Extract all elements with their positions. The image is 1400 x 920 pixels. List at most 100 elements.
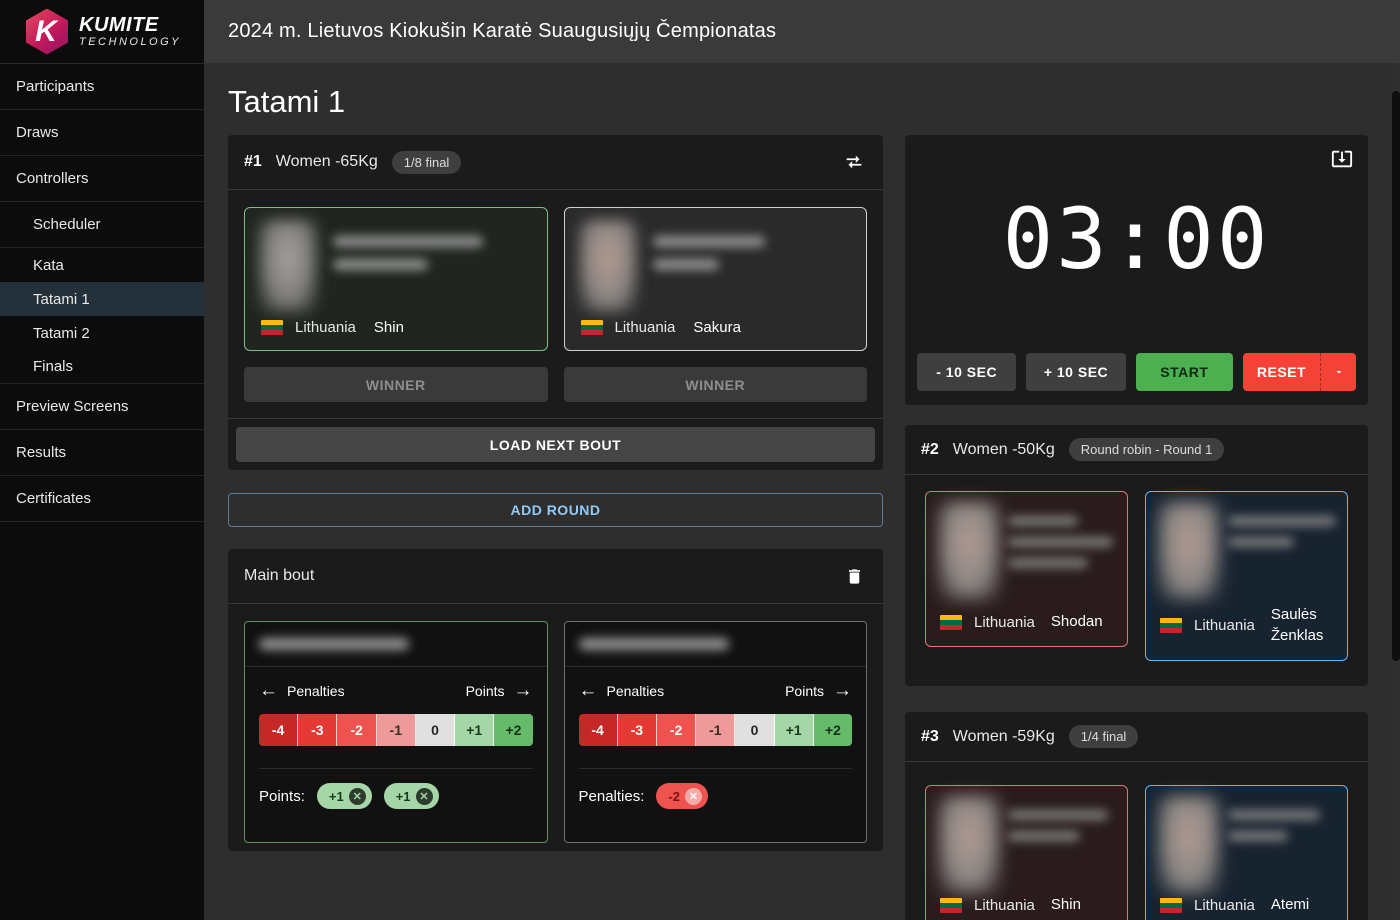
bout-number: #3 <box>921 728 939 746</box>
swap-fighters-icon[interactable] <box>841 149 867 175</box>
penalties-label: Penalties <box>287 683 345 699</box>
scrollbar-thumb[interactable] <box>1392 91 1400 661</box>
reset-button[interactable]: RESET <box>1243 353 1356 391</box>
score-button-plus1[interactable]: +1 <box>775 714 814 746</box>
sidebar-item-finals[interactable]: Finals <box>0 350 204 384</box>
fighter-card-right[interactable]: Lithuania Sakura <box>564 207 868 351</box>
score-button-minus2[interactable]: -2 <box>337 714 376 746</box>
fighter-club: Sakura <box>693 319 741 336</box>
fighter-detail-blurred <box>653 259 719 270</box>
bout-stage-badge: Round robin - Round 1 <box>1069 438 1225 461</box>
lithuania-flag-icon <box>940 898 962 913</box>
load-next-bout-button[interactable]: LOAD NEXT BOUT <box>236 427 875 462</box>
score-button-plus2[interactable]: +2 <box>814 714 852 746</box>
left-column: Tatami 1 #1 Women -65Kg 1/8 final <box>228 83 883 920</box>
score-button-minus3[interactable]: -3 <box>298 714 337 746</box>
points-arrow-icon: → <box>833 681 852 700</box>
app-root: K KUMITE TECHNOLOGY Participants Draws C… <box>0 0 1400 920</box>
winner-button-left[interactable]: WINNER <box>244 367 548 402</box>
brand-tagline: TECHNOLOGY <box>79 35 181 49</box>
score-scale: -4 -3 -2 -1 0 +1 +2 <box>259 714 533 746</box>
blue-corner-fighter-card[interactable]: Lithuania Saulės Ženklas <box>1145 491 1348 661</box>
main-bout-card: Main bout ← <box>228 549 883 851</box>
blue-corner-fighter-card[interactable]: Lithuania Atemi <box>1145 785 1348 920</box>
logo[interactable]: K KUMITE TECHNOLOGY <box>0 0 204 64</box>
fighter-country: Lithuania <box>295 319 356 336</box>
points-label: Points <box>466 683 505 699</box>
score-panel-left: ← Penalties Points → -4 -3 <box>244 621 548 843</box>
score-button-minus4[interactable]: -4 <box>579 714 618 746</box>
timer-card: 03:00 - 10 SEC + 10 SEC START RESET <box>905 135 1368 405</box>
fighter-club: Shin <box>1051 894 1081 916</box>
fighter-club: Saulės Ženklas <box>1271 604 1341 648</box>
point-chip: +1 ✕ <box>384 783 439 809</box>
penalties-arrow-icon: ← <box>579 681 598 700</box>
chip-delete-icon[interactable]: ✕ <box>416 788 433 805</box>
winner-button-right[interactable]: WINNER <box>564 367 868 402</box>
sidebar-item-certificates[interactable]: Certificates <box>0 476 204 522</box>
send-to-screen-icon[interactable] <box>1331 148 1353 170</box>
fighter-club: Shin <box>374 319 404 336</box>
fighter-detail-blurred <box>333 259 428 270</box>
fighter-country: Lithuania <box>974 897 1035 914</box>
score-button-plus2[interactable]: +2 <box>494 714 532 746</box>
reset-dropdown-caret-icon[interactable] <box>1320 353 1356 391</box>
points-label: Points <box>785 683 824 699</box>
page-title: Tatami 1 <box>228 83 883 121</box>
fighter-photo-blurred <box>259 220 317 312</box>
sidebar-item-controllers[interactable]: Controllers <box>0 156 204 202</box>
points-arrow-icon: → <box>514 681 533 700</box>
penalties-label: Penalties <box>607 683 665 699</box>
sidebar-item-tatami-2[interactable]: Tatami 2 <box>0 316 204 350</box>
plus-10-sec-button[interactable]: + 10 SEC <box>1026 353 1125 391</box>
penalties-arrow-icon: ← <box>259 681 278 700</box>
score-button-minus3[interactable]: -3 <box>618 714 657 746</box>
scrollbar-track[interactable] <box>1392 63 1400 920</box>
fighter-name-blurred <box>333 236 483 247</box>
points-summary-label: Points: <box>259 788 305 805</box>
main-bout-header: Main bout <box>228 549 883 604</box>
sidebar-item-scheduler[interactable]: Scheduler <box>0 202 204 248</box>
sidebar-item-kata[interactable]: Kata <box>0 248 204 282</box>
sidebar-item-tatami-1[interactable]: Tatami 1 <box>0 282 204 316</box>
point-chip: +1 ✕ <box>317 783 372 809</box>
sidebar-item-results[interactable]: Results <box>0 430 204 476</box>
score-button-minus1[interactable]: -1 <box>696 714 735 746</box>
lithuania-flag-icon <box>261 320 283 335</box>
fighter-card-left[interactable]: Lithuania Shin <box>244 207 548 351</box>
delete-round-trash-icon[interactable] <box>841 563 867 589</box>
chip-delete-icon[interactable]: ✕ <box>349 788 366 805</box>
fighter-country: Lithuania <box>1194 897 1255 914</box>
fighter-photo-blurred <box>938 502 1000 600</box>
brand-name: KUMITE <box>79 15 181 35</box>
score-button-zero[interactable]: 0 <box>735 714 774 746</box>
bout-stage-badge: 1/8 final <box>392 151 462 174</box>
score-button-minus2[interactable]: -2 <box>657 714 696 746</box>
fighter-country: Lithuania <box>615 319 676 336</box>
add-round-button[interactable]: ADD ROUND <box>228 493 883 527</box>
lithuania-flag-icon <box>1160 898 1182 913</box>
lithuania-flag-icon <box>1160 618 1182 633</box>
current-bout-header: #1 Women -65Kg 1/8 final <box>228 135 883 190</box>
chip-delete-icon[interactable]: ✕ <box>685 788 702 805</box>
penalties-summary-label: Penalties: <box>579 788 645 805</box>
score-button-minus4[interactable]: -4 <box>259 714 298 746</box>
score-button-minus1[interactable]: -1 <box>377 714 416 746</box>
bout-category: Women -65Kg <box>276 153 378 171</box>
red-corner-fighter-card[interactable]: Lithuania Shin <box>925 785 1128 920</box>
start-button[interactable]: START <box>1136 353 1233 391</box>
score-button-plus1[interactable]: +1 <box>455 714 494 746</box>
main-area: 2024 m. Lietuvos Kiokušin Karatė Suaugus… <box>204 0 1400 920</box>
red-corner-fighter-card[interactable]: Lithuania Shodan <box>925 491 1128 647</box>
upcoming-bout-card-3: #3 Women -59Kg 1/4 final <box>905 712 1368 920</box>
penalty-chip: -2 ✕ <box>656 783 708 809</box>
fighter-name-blurred <box>259 638 409 650</box>
score-scale: -4 -3 -2 -1 0 +1 +2 <box>579 714 853 746</box>
sidebar-item-participants[interactable]: Participants <box>0 64 204 110</box>
score-panel-right: ← Penalties Points → -4 -3 <box>564 621 868 843</box>
sidebar-item-draws[interactable]: Draws <box>0 110 204 156</box>
timer-display: 03:00 <box>905 135 1368 281</box>
minus-10-sec-button[interactable]: - 10 SEC <box>917 353 1016 391</box>
sidebar-item-preview-screens[interactable]: Preview Screens <box>0 384 204 430</box>
score-button-zero[interactable]: 0 <box>416 714 455 746</box>
